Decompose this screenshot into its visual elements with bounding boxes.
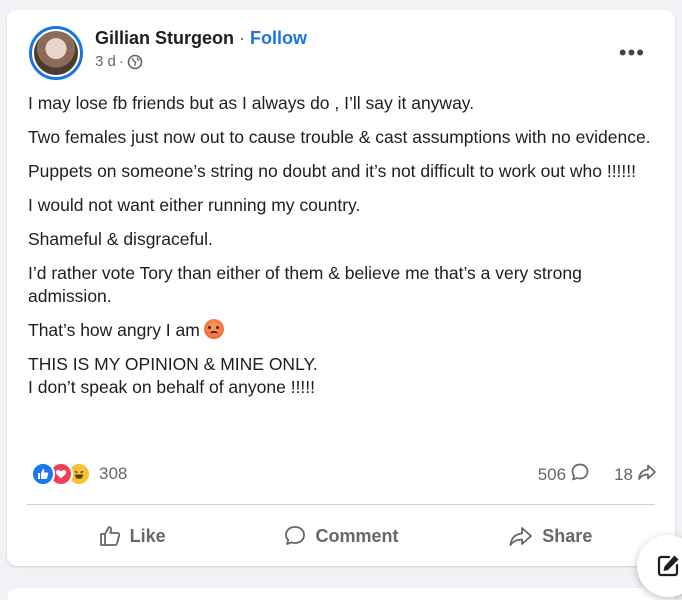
angry-face-icon xyxy=(203,319,224,339)
post-paragraph: I’d rather vote Tory than either of them… xyxy=(28,263,582,306)
share-button-label: Share xyxy=(542,525,593,546)
like-reaction-icon xyxy=(31,462,55,486)
angry-line-text: That’s how angry I am xyxy=(28,320,200,340)
share-button[interactable]: Share xyxy=(446,515,655,557)
thumbs-up-icon xyxy=(99,526,120,546)
post-paragraph: Puppets on someone’s string no doubt and… xyxy=(28,161,637,181)
post-paragraph-angry: That’s how angry I am xyxy=(28,319,658,342)
comment-count-icon[interactable] xyxy=(570,462,590,487)
like-button[interactable]: Like xyxy=(27,515,236,557)
comment-button-label: Comment xyxy=(315,525,399,546)
author-name[interactable]: Gillian Sturgeon xyxy=(95,28,234,48)
post-header: Gillian Sturgeon · Follow xyxy=(95,28,307,49)
share-count-icon[interactable] xyxy=(637,462,657,487)
header-separator: · xyxy=(239,28,246,48)
globe-icon[interactable] xyxy=(127,54,143,70)
follow-button[interactable]: Follow xyxy=(250,28,307,48)
meta-separator: · xyxy=(118,53,124,70)
share-icon xyxy=(509,527,533,546)
post-body: I may lose fb friends but as I always do… xyxy=(28,92,658,399)
post-actions: Like Comment Share xyxy=(27,515,655,557)
post-paragraph: I may lose fb friends but as I always do… xyxy=(28,93,475,113)
comment-count[interactable]: 506 xyxy=(538,465,566,485)
closing-line: I don’t speak on behalf of anyone !!!!! xyxy=(28,377,316,397)
reaction-count[interactable]: 308 xyxy=(99,464,127,484)
action-divider xyxy=(27,504,655,505)
comment-icon xyxy=(285,526,306,545)
post-meta: 3 d · xyxy=(95,53,143,70)
like-button-label: Like xyxy=(129,525,166,546)
next-post-card xyxy=(7,588,675,600)
post-paragraph: Two females just now out to cause troubl… xyxy=(28,127,651,147)
reactions-summary[interactable]: 308 xyxy=(31,462,127,486)
post-paragraph: I would not want either running my count… xyxy=(28,195,361,215)
edit-icon xyxy=(657,555,679,577)
share-count[interactable]: 18 xyxy=(614,465,633,485)
more-options-icon[interactable]: ••• xyxy=(619,40,645,66)
engagement-stats: 506 18 xyxy=(538,462,657,487)
closing-line: THIS IS MY OPINION & MINE ONLY. xyxy=(28,354,318,374)
post-card: Gillian Sturgeon · Follow 3 d · ••• I ma… xyxy=(7,10,675,566)
author-avatar[interactable] xyxy=(29,26,83,80)
post-timestamp[interactable]: 3 d xyxy=(95,53,116,70)
comment-button[interactable]: Comment xyxy=(236,515,445,557)
post-paragraph: Shameful & disgraceful. xyxy=(28,229,213,249)
